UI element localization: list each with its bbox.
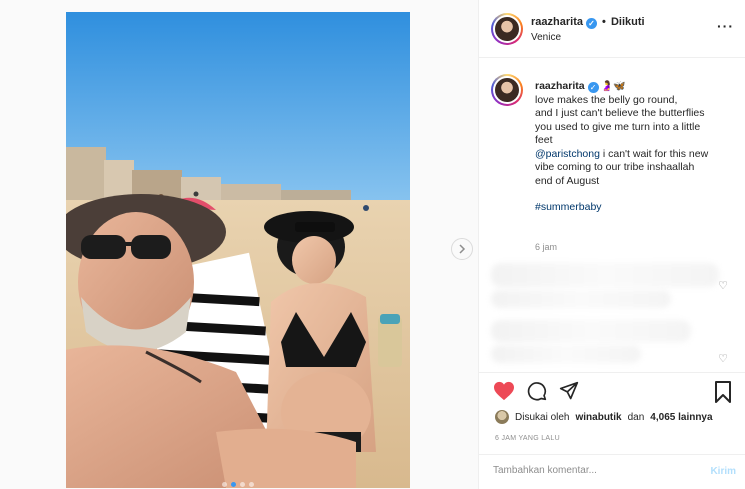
post-timestamp: 6 JAM YANG LALU xyxy=(495,435,560,442)
action-bar xyxy=(479,372,745,408)
blurred-comment xyxy=(491,320,691,342)
caption-line: vibe coming to our tribe inshaallah xyxy=(535,161,695,173)
comment-like-heart-icon[interactable]: ♡ xyxy=(718,352,728,365)
instagram-post: raazharita ✓ • Diikuti Venice ··· raazhar… xyxy=(0,0,745,489)
caption-line: feet xyxy=(535,134,553,146)
header-username[interactable]: raazharita xyxy=(531,16,583,28)
chevron-right-icon[interactable] xyxy=(451,238,473,260)
post-comment-button[interactable]: Kirim xyxy=(710,466,736,477)
verified-badge-icon: ✓ xyxy=(587,82,599,93)
comment-like-heart-icon[interactable]: ♡ xyxy=(718,279,728,292)
likes-summary: Disukai oleh winabutik dan 4,065 lainnya xyxy=(495,410,713,424)
liker-username[interactable]: winabutik xyxy=(575,412,621,423)
caption-line: and I just can't believe the butterflies xyxy=(535,107,705,119)
comment-form: Kirim xyxy=(479,454,745,489)
post-header: raazharita ✓ • Diikuti Venice ··· xyxy=(479,0,745,58)
heart-filled-icon[interactable] xyxy=(493,381,515,406)
comments-area: raazharita ✓ 🤰🦋 love makes the belly go ro… xyxy=(479,58,745,372)
caption-line: you used to give me turn into a little xyxy=(535,120,701,133)
carousel-dot xyxy=(249,482,254,487)
mention-link[interactable]: @paristchong xyxy=(535,148,600,160)
caption-line: love makes the belly go round, xyxy=(535,93,678,106)
verified-badge-icon: ✓ xyxy=(585,18,597,29)
carousel-dot xyxy=(222,482,227,487)
blurred-comment xyxy=(491,345,641,363)
header-user-line: raazharita ✓ • Diikuti xyxy=(531,16,645,29)
likes-connector: dan xyxy=(627,411,645,423)
likes-others-link[interactable]: 4,065 lainnya xyxy=(650,412,712,423)
caption-line: i can't wait for this new xyxy=(599,147,709,160)
comment-input[interactable] xyxy=(493,465,693,476)
bookmark-icon[interactable] xyxy=(714,381,732,408)
blurred-comment xyxy=(491,290,671,308)
caption-emoji: 🤰🦋 xyxy=(600,81,626,92)
more-options-icon[interactable]: ··· xyxy=(717,18,734,34)
caption-line: end of August xyxy=(535,174,600,187)
carousel-dot-active xyxy=(231,482,236,487)
liker-avatar[interactable] xyxy=(495,410,509,424)
post-photo[interactable] xyxy=(66,12,410,488)
hashtag-link[interactable]: #summerbaby xyxy=(535,201,735,215)
caption-mention-line: @paristchong i can't wait for this new xyxy=(535,148,735,162)
location-link[interactable]: Venice xyxy=(531,32,561,43)
caption-time: 6 jam xyxy=(535,242,558,252)
caption: raazharita ✓ 🤰🦋 love makes the belly go ro… xyxy=(535,80,735,215)
separator: • xyxy=(602,16,606,28)
carousel-indicator xyxy=(222,482,254,487)
media-area xyxy=(0,0,478,489)
blurred-comment xyxy=(491,263,719,287)
post-side-panel: raazharita ✓ • Diikuti Venice ··· raazhar… xyxy=(478,0,745,489)
likes-prefix: Disukai oleh xyxy=(515,411,570,423)
comment-bubble-icon[interactable] xyxy=(527,381,547,406)
carousel-dot xyxy=(240,482,245,487)
follow-state-button[interactable]: Diikuti xyxy=(611,16,645,28)
avatar[interactable] xyxy=(491,13,523,45)
avatar[interactable] xyxy=(491,74,523,106)
caption-username[interactable]: raazharita xyxy=(535,80,585,92)
paper-plane-icon[interactable] xyxy=(559,381,579,406)
